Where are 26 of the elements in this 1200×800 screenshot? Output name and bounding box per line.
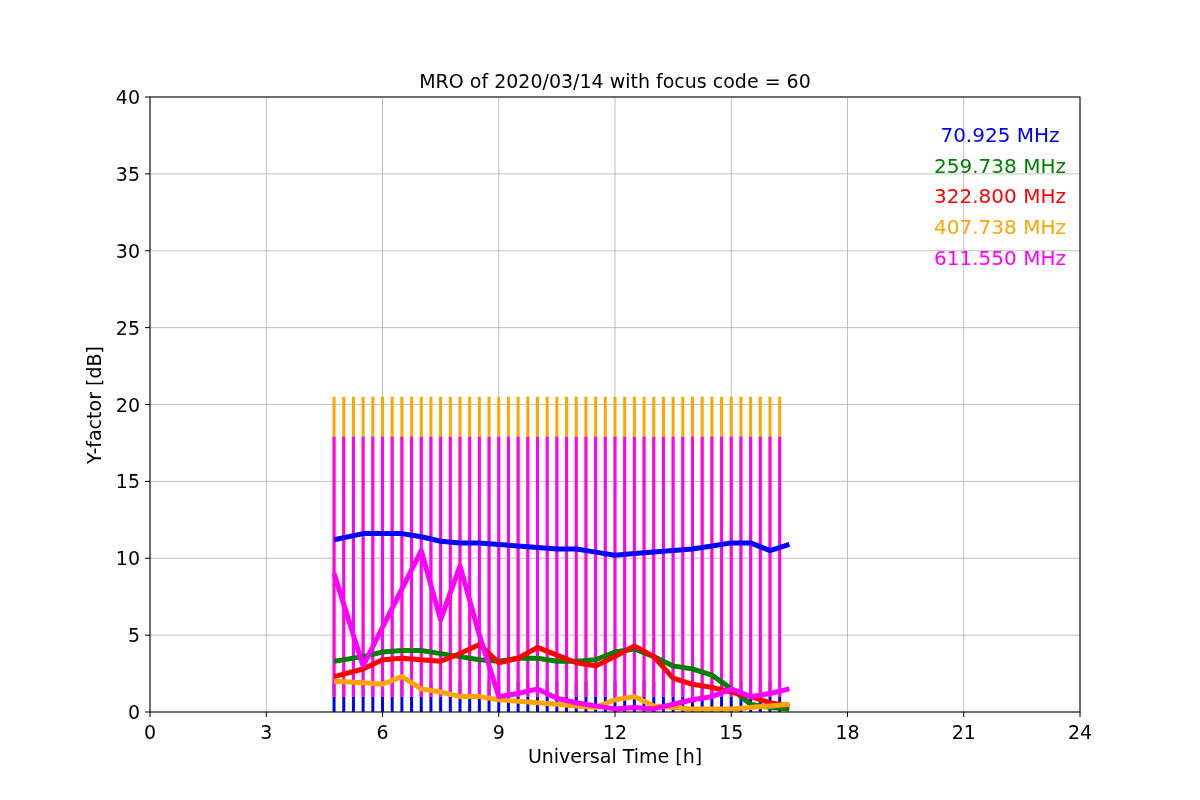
y-tick-label: 15 <box>115 470 140 493</box>
legend-label: 70.925 MHz <box>940 123 1060 147</box>
x-tick-label: 21 <box>951 721 976 743</box>
x-tick-label: 12 <box>602 721 628 743</box>
x-tick-label: 6 <box>376 721 389 743</box>
x-tick-label: 9 <box>492 721 505 743</box>
x-tick-label: 24 <box>1067 721 1093 743</box>
x-tick-label: 15 <box>719 721 744 743</box>
chart-title: MRO of 2020/03/14 with focus code = 60 <box>419 70 811 92</box>
x-tick-label: 18 <box>835 721 860 743</box>
y-tick-label: 20 <box>115 393 140 416</box>
legend-label: 322.800 MHz <box>934 184 1066 209</box>
legend-label: 611.550 MHz <box>934 245 1066 270</box>
y-tick-label: 35 <box>115 162 140 185</box>
x-tick-label: 3 <box>260 721 273 743</box>
y-tick-label: 10 <box>115 547 140 570</box>
y-tick-label: 5 <box>127 624 140 647</box>
legend-label: 407.738 MHz <box>934 215 1066 240</box>
y-tick-label: 30 <box>115 239 140 262</box>
y-tick-label: 40 <box>115 86 140 108</box>
x-axis-label: Universal Time [h] <box>527 745 703 767</box>
y-tick-label: 25 <box>115 316 140 339</box>
y-axis-label: Y-factor [dB] <box>83 346 105 464</box>
x-tick-label: 0 <box>143 721 157 743</box>
y-tick-label: 0 <box>127 701 140 723</box>
legend-label: 259.738 MHz <box>934 153 1066 178</box>
